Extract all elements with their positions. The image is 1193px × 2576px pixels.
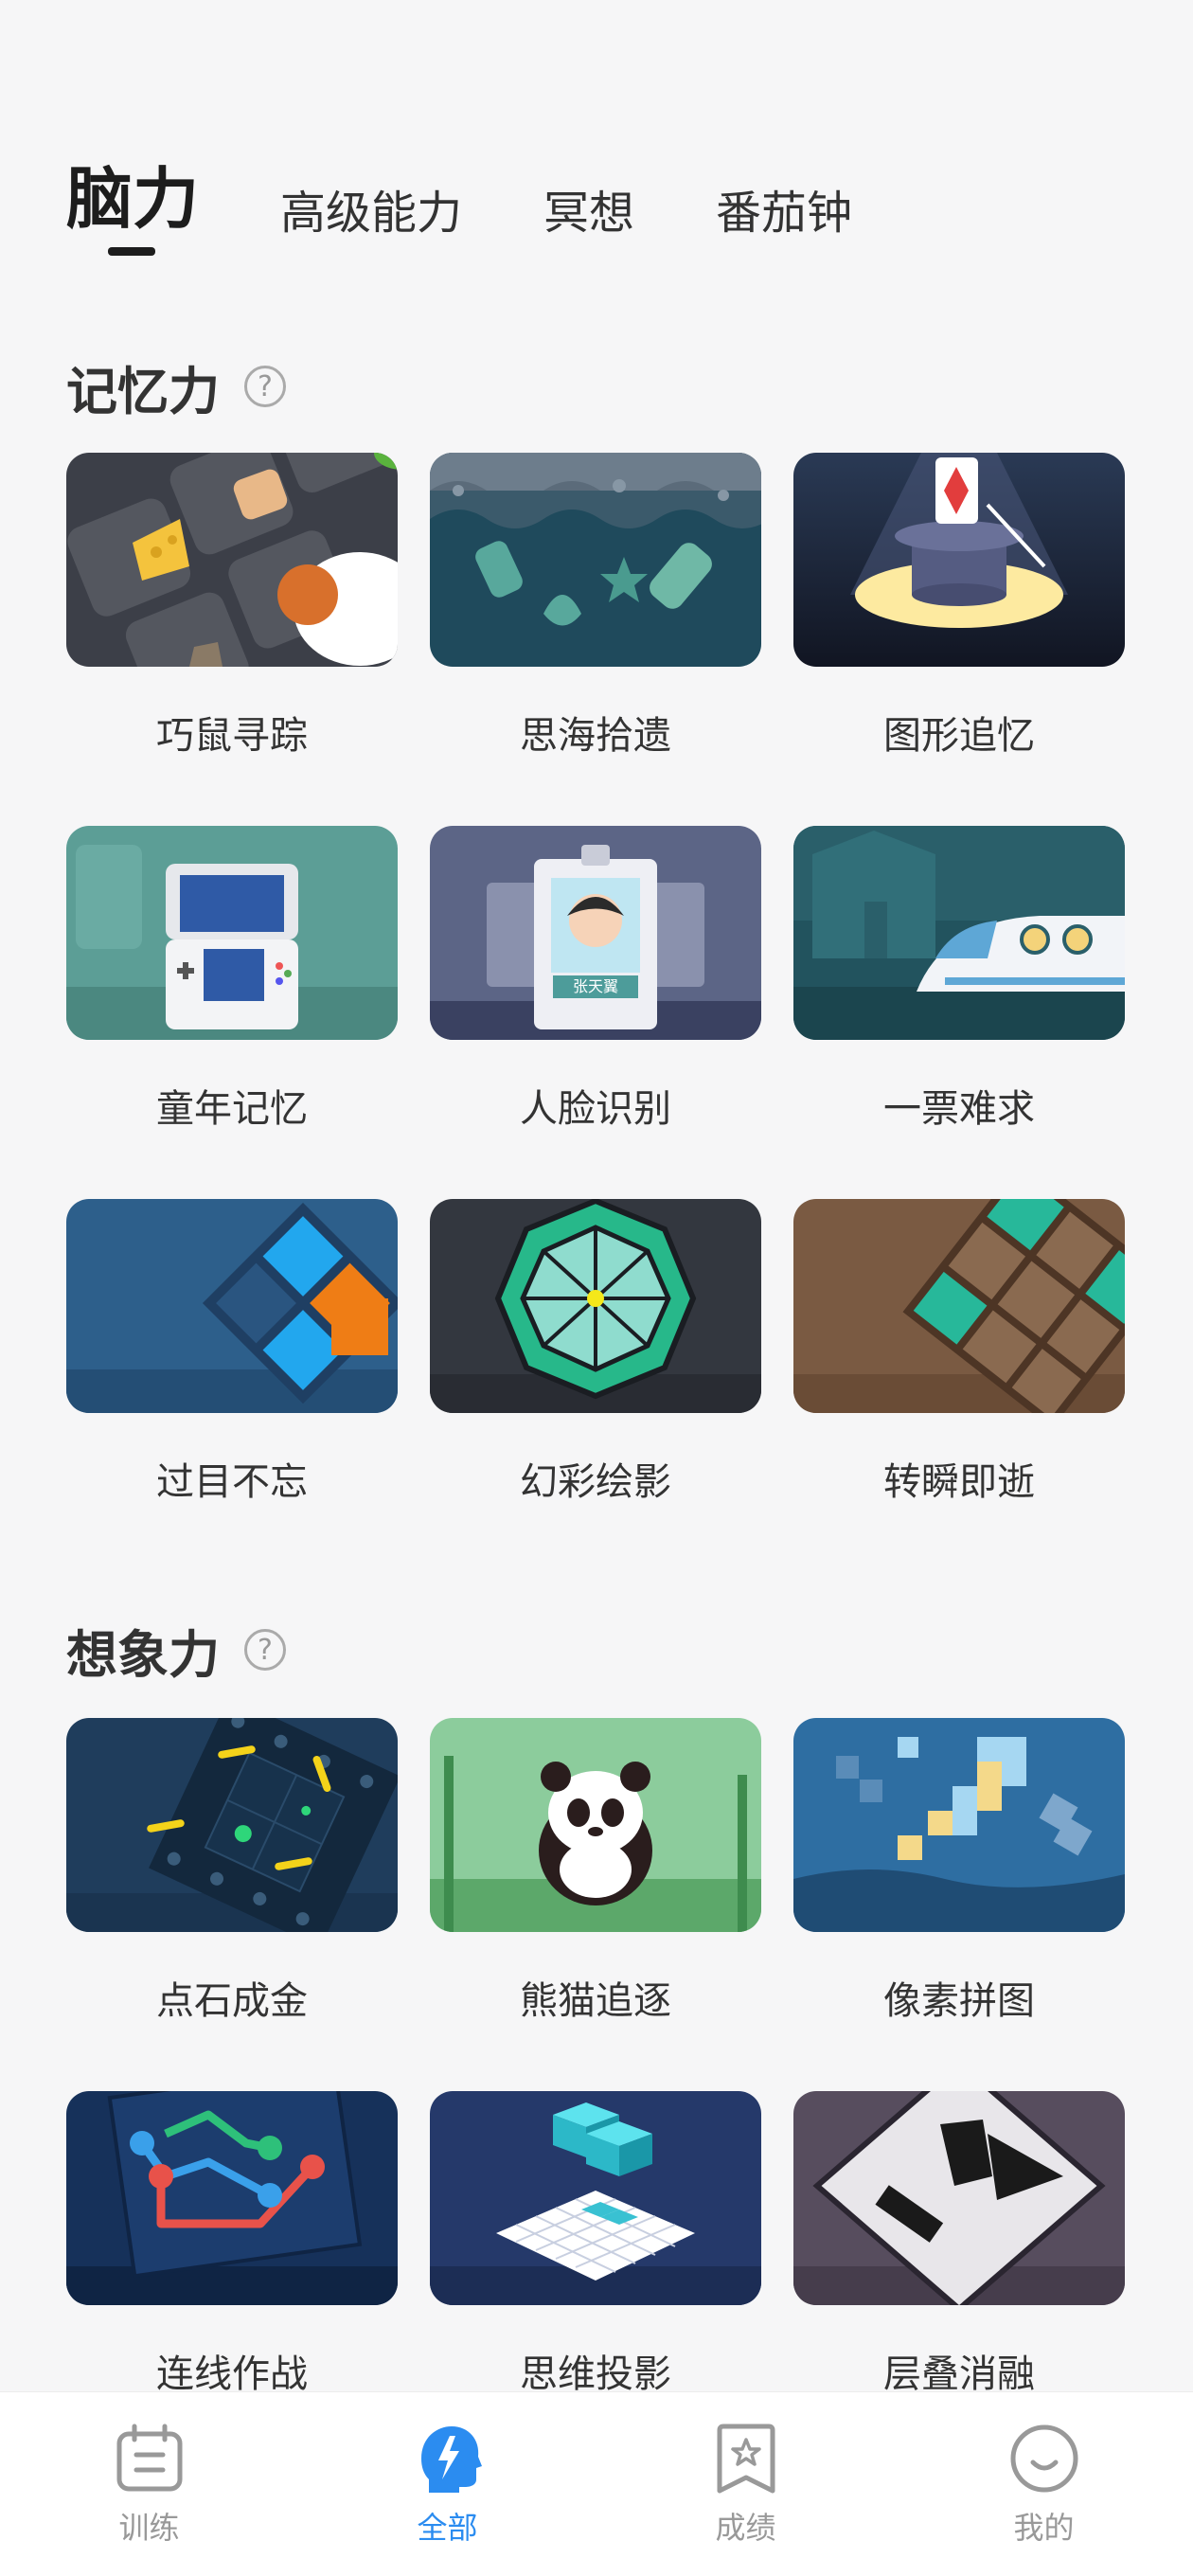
help-icon[interactable]: ? <box>244 1629 286 1671</box>
mouse-cheese-thumb <box>66 453 398 667</box>
section-header: 想象力 ? <box>66 1616 1127 1685</box>
tab-advanced-ability[interactable]: 高级能力 <box>280 184 462 242</box>
section-header: 记忆力 ? <box>66 352 1127 421</box>
nav-all[interactable]: 全部 <box>298 2392 596 2576</box>
game-card[interactable]: 童年记忆 <box>66 826 398 1199</box>
game-card[interactable]: 图形追忆 <box>793 453 1125 826</box>
game-label: 层叠消融 <box>883 2352 1035 2396</box>
section-title: 想象力 <box>66 1624 220 1685</box>
game-label: 思海拾遗 <box>520 714 671 758</box>
game-card[interactable]: 思海拾遗 <box>430 453 761 826</box>
tab-brain-power[interactable]: 脑力 <box>66 156 199 256</box>
help-icon[interactable]: ? <box>244 366 286 407</box>
panda-thumb <box>430 1718 761 1932</box>
game-card[interactable]: 一票难求 <box>793 826 1125 1199</box>
smile-face-icon <box>1010 2424 1077 2493</box>
game-card[interactable]: 点石成金 <box>66 1718 398 2091</box>
nav-label: 成绩 <box>715 2510 776 2546</box>
star-bookmark-icon <box>717 2424 775 2494</box>
section-title: 记忆力 <box>66 361 220 421</box>
face-badge-name: 张天翼 <box>572 977 618 995</box>
game-grid: 巧鼠寻踪 思海拾遗 图形追忆 童年记忆 张天翼 人脸识别 一票难求 过目不忘 幻… <box>66 453 1127 1572</box>
game-card[interactable]: 幻彩绘影 <box>430 1199 761 1572</box>
brain-head-icon <box>420 2426 482 2493</box>
game-card[interactable]: 熊猫追逐 <box>430 1718 761 2091</box>
tab-meditation[interactable]: 冥想 <box>543 184 634 242</box>
layer-shapes-thumb <box>793 2091 1125 2305</box>
handheld-console-thumb <box>66 826 398 1040</box>
magic-hat-thumb <box>793 453 1125 667</box>
dot-grid-thumb <box>66 1718 398 1932</box>
game-card[interactable]: 像素拼图 <box>793 1718 1125 2091</box>
blue-squares-thumb <box>66 1199 398 1413</box>
game-label: 过目不忘 <box>156 1460 308 1504</box>
game-label: 连线作战 <box>156 2352 308 2396</box>
game-label: 童年记忆 <box>156 1087 308 1131</box>
game-card[interactable]: 张天翼 人脸识别 <box>430 826 761 1199</box>
game-label: 思维投影 <box>520 2352 671 2396</box>
game-card[interactable]: 过目不忘 <box>66 1199 398 1572</box>
train-thumb <box>793 826 1125 1040</box>
pixel-puzzle-thumb <box>793 1718 1125 1932</box>
game-label: 熊猫追逐 <box>520 1979 671 2023</box>
projection-cubes-thumb <box>430 2091 761 2305</box>
section-memory: 记忆力 ? 巧鼠寻踪 思海拾遗 图形追忆 童年记忆 张天翼 人脸识别 一票难求 … <box>66 352 1127 1572</box>
active-tab-indicator <box>108 247 155 256</box>
green-gem-thumb <box>430 1199 761 1413</box>
game-card[interactable]: 巧鼠寻踪 <box>66 453 398 826</box>
tile-board-thumb <box>793 1199 1125 1413</box>
sea-items-thumb <box>430 453 761 667</box>
game-label: 转瞬即逝 <box>883 1460 1035 1504</box>
game-label: 人脸识别 <box>520 1087 671 1131</box>
nav-profile[interactable]: 我的 <box>895 2392 1193 2576</box>
game-card[interactable]: 转瞬即逝 <box>793 1199 1125 1572</box>
nav-label: 我的 <box>1013 2510 1075 2546</box>
game-label: 一票难求 <box>883 1087 1035 1131</box>
nav-label: 全部 <box>417 2510 478 2546</box>
section-imagination: 想象力 ? 点石成金 熊猫追逐 像素拼图 连线作战 思维投影 层叠消融 <box>66 1616 1127 2464</box>
game-grid: 点石成金 熊猫追逐 像素拼图 连线作战 思维投影 层叠消融 <box>66 1718 1127 2464</box>
tab-label: 脑力 <box>66 160 199 238</box>
game-label: 巧鼠寻踪 <box>156 714 308 758</box>
nav-training[interactable]: 训练 <box>0 2392 298 2576</box>
tab-pomodoro[interactable]: 番茄钟 <box>716 184 852 242</box>
game-label: 幻彩绘影 <box>520 1460 671 1504</box>
nav-scores[interactable]: 成绩 <box>596 2392 895 2576</box>
game-label: 像素拼图 <box>883 1979 1035 2023</box>
nav-label: 训练 <box>118 2510 180 2546</box>
connect-lines-thumb <box>66 2091 398 2305</box>
calendar-icon <box>116 2424 182 2492</box>
game-label: 图形追忆 <box>883 714 1035 758</box>
face-id-thumb: 张天翼 <box>430 826 761 1040</box>
top-tab-bar: 脑力 高级能力 冥想 番茄钟 <box>66 156 934 256</box>
bottom-nav-bar: 训练 全部 成绩 我的 <box>0 2391 1193 2576</box>
game-label: 点石成金 <box>156 1979 308 2023</box>
